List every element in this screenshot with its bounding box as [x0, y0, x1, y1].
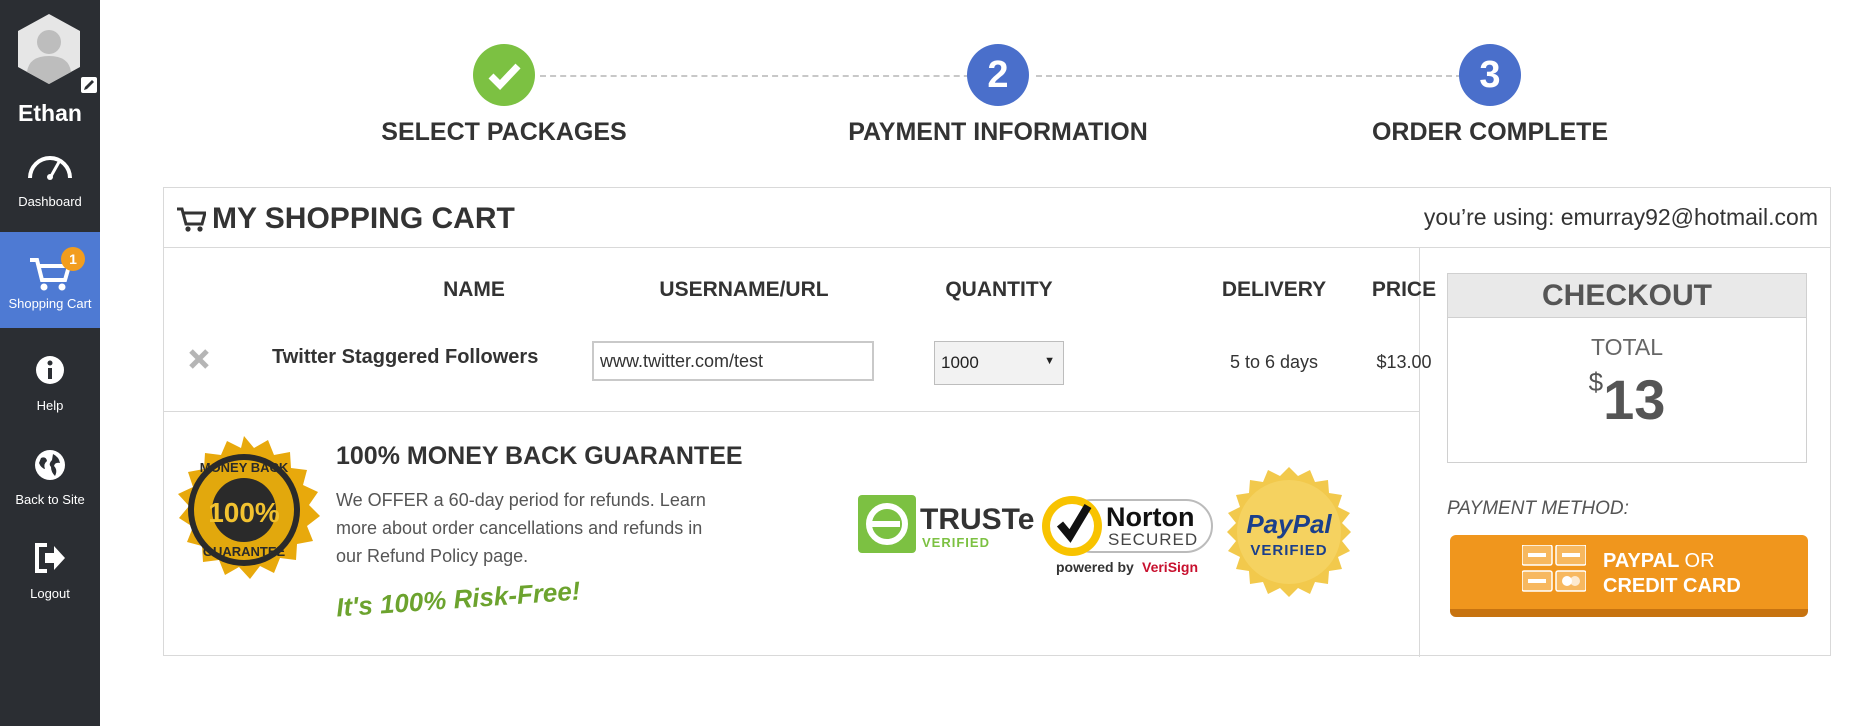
sidebar-item-dashboard[interactable]: Dashboard — [0, 130, 100, 226]
cart-icon — [176, 207, 207, 238]
checkout-summary: CHECKOUT TOTAL $13 — [1447, 273, 1807, 463]
divider — [164, 411, 1419, 412]
edit-avatar-icon[interactable] — [80, 76, 98, 94]
globe-icon — [33, 448, 67, 485]
column-header-name: NAME — [443, 278, 505, 301]
column-header-quantity: QUANTITY — [945, 278, 1053, 301]
avatar[interactable] — [14, 12, 84, 86]
sidebar-item-shopping-cart[interactable]: 1 Shopping Cart — [0, 232, 100, 328]
cart-title: MY SHOPPING CART — [212, 202, 515, 235]
pay-button-label: PAYPAL OR CREDIT CARD — [1603, 550, 1741, 597]
svg-text:GUARANTEE: GUARANTEE — [203, 544, 286, 559]
sidebar-item-logout[interactable]: Logout — [0, 522, 100, 618]
step-label: PAYMENT INFORMATION — [848, 118, 1148, 146]
svg-text:powered by: powered by — [1056, 559, 1134, 575]
info-icon — [34, 354, 66, 389]
sidebar-item-label: Back to Site — [15, 492, 85, 507]
sidebar-item-back-to-site[interactable]: Back to Site — [0, 428, 100, 524]
step-2-number: 2 — [967, 44, 1029, 106]
svg-text:PayPal: PayPal — [1246, 509, 1332, 539]
paypal-verified-icon: PayPal VERIFIED — [1222, 465, 1356, 604]
risk-free-tagline: It's 100% Risk-Free! — [335, 575, 582, 623]
guarantee-title: 100% MONEY BACK GUARANTEE — [336, 442, 743, 470]
account-email: you’re using: emurray92@hotmail.com — [1423, 204, 1818, 230]
checkmark-icon — [488, 63, 521, 91]
svg-text:VeriSign: VeriSign — [1142, 559, 1198, 575]
sidebar-item-label: Logout — [30, 586, 70, 601]
svg-text:MONEY BACK: MONEY BACK — [200, 460, 289, 475]
svg-text:VERIFIED: VERIFIED — [1250, 542, 1327, 559]
speedometer-icon — [27, 150, 73, 183]
sidebar: Ethan Dashboard 1 Shopping Cart Help Bac… — [0, 0, 100, 726]
cart-header: MY SHOPPING CART you’re using: emurray92… — [164, 188, 1830, 248]
column-header-price: PRICE — [1371, 278, 1437, 301]
money-back-seal-icon: 100% MONEY BACK GUARANTEE — [167, 434, 321, 593]
total-label: TOTAL — [1591, 334, 1663, 360]
shopping-cart-panel: MY SHOPPING CART you’re using: emurray92… — [163, 187, 1831, 657]
cart-count-badge: 1 — [61, 247, 85, 271]
step-label: ORDER COMPLETE — [1371, 118, 1609, 146]
step-connector — [540, 75, 990, 77]
step-1-complete — [473, 44, 535, 106]
currency-symbol: $ — [1588, 367, 1604, 397]
username-url-input[interactable] — [592, 341, 874, 381]
svg-text:Norton: Norton — [1106, 502, 1194, 532]
pay-with-paypal-or-card-button[interactable]: PAYPAL OR CREDIT CARD — [1450, 535, 1808, 617]
sidebar-item-label: Shopping Cart — [8, 296, 92, 311]
guarantee-text: We OFFER a 60-day period for refunds. Le… — [336, 490, 706, 566]
divider — [1419, 248, 1420, 657]
quantity-value: 1000 — [941, 353, 979, 372]
user-name: Ethan — [18, 100, 82, 126]
total-value: 13 — [1603, 368, 1666, 431]
step-label: SELECT PACKAGES — [381, 118, 627, 146]
sidebar-item-label: Help — [36, 398, 64, 413]
norton-secured-icon: Norton SECURED powered by VeriSign — [1036, 482, 1216, 583]
remove-item-icon[interactable] — [188, 348, 210, 375]
sidebar-item-label: Dashboard — [18, 194, 82, 209]
sidebar-item-help[interactable]: Help — [0, 334, 100, 430]
total-amount: $13 — [1448, 367, 1806, 432]
svg-text:VERIFIED: VERIFIED — [922, 535, 990, 550]
quantity-select[interactable]: 1000 ▼ — [934, 341, 1064, 385]
payment-method-label: PAYMENT METHOD: — [1447, 498, 1629, 519]
column-header-url: USERNAME/URL — [659, 278, 829, 301]
svg-text:100%: 100% — [208, 497, 280, 528]
svg-text:TRUSTe: TRUSTe — [920, 503, 1034, 536]
item-name: Twitter Staggered Followers — [272, 346, 539, 368]
step-connector — [1036, 75, 1512, 77]
svg-text:SECURED: SECURED — [1108, 530, 1198, 549]
step-3-number: 3 — [1459, 44, 1521, 106]
logout-icon — [33, 542, 67, 577]
caret-down-icon: ▼ — [1044, 355, 1055, 367]
card-logos-icon — [1521, 544, 1587, 600]
checkout-title: CHECKOUT — [1448, 274, 1806, 318]
truste-verified-icon: TRUSTe VERIFIED — [856, 493, 1036, 562]
